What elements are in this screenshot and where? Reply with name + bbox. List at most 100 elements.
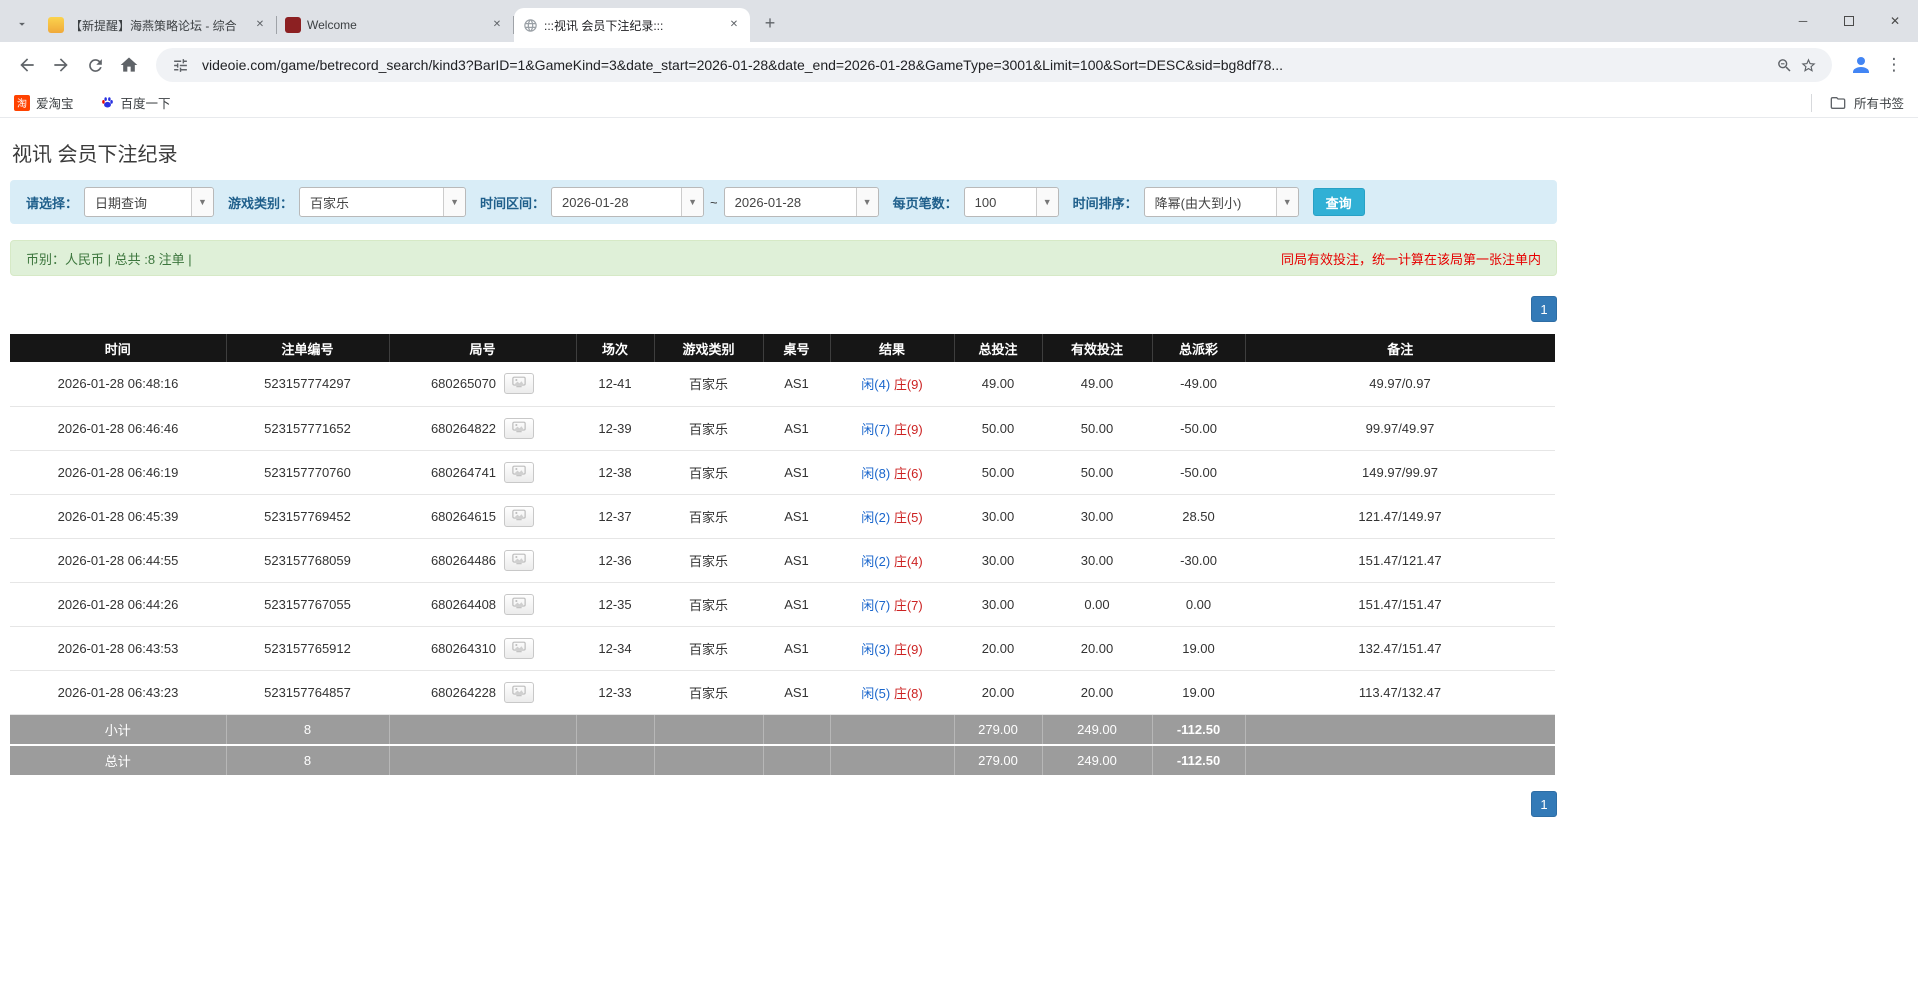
browser-menu-button[interactable]: ⋮: [1880, 51, 1908, 79]
reload-icon: [88, 58, 102, 72]
result-player: 闲(2): [861, 509, 891, 525]
forward-button[interactable]: [44, 48, 78, 82]
chevron-down-icon[interactable]: ▼: [681, 188, 704, 216]
game-type-select[interactable]: 百家乐 ▼: [299, 187, 467, 217]
cell-empty: [576, 714, 655, 746]
home-button[interactable]: [112, 48, 146, 82]
back-button[interactable]: [10, 48, 44, 82]
sort-value: 降幂(由大到小): [1154, 195, 1242, 211]
cell-result: 闲(8) 庄(6): [830, 450, 954, 495]
subtotal-label: 小计: [10, 714, 227, 746]
cell-total-bet[interactable]: 30.00: [954, 494, 1042, 539]
result-banker: 庄(5): [893, 509, 923, 525]
folder-icon: [1830, 96, 1846, 109]
bookmark-taobao[interactable]: 淘 爱淘宝: [14, 93, 74, 112]
search-button[interactable]: 查询: [1312, 188, 1365, 216]
cell-total-bet[interactable]: 30.00: [954, 582, 1042, 627]
result-player: 闲(4): [861, 377, 891, 393]
url-text[interactable]: videoie.com/game/betrecord_search/kind3?…: [202, 57, 1762, 73]
cell-session: 12-34: [576, 626, 654, 671]
cell-total-bet[interactable]: 49.00: [954, 362, 1042, 407]
cell-empty: [576, 745, 655, 777]
chevron-down-icon[interactable]: ▼: [855, 188, 878, 216]
cell-round: 680264822: [389, 406, 576, 451]
table-row: 2026-01-28 06:48:16 523157774297 680265070…: [10, 362, 1555, 407]
cell-table-no: AS1: [763, 538, 830, 583]
zoom-icon[interactable]: [1772, 53, 1796, 77]
cell-remark: 149.97/99.97: [1245, 450, 1555, 495]
bookmarks-bar: 淘 爱淘宝 百度一下 所有书签: [0, 88, 1918, 118]
forum-favicon-icon: [48, 17, 64, 33]
subtotal-total-bet: 279.00: [954, 714, 1043, 746]
chevron-down-icon[interactable]: ▼: [191, 188, 214, 216]
chevron-down-icon[interactable]: ▼: [1035, 188, 1058, 216]
cell-remark: 151.47/121.47: [1245, 538, 1555, 583]
tab-search-button[interactable]: [8, 10, 36, 38]
cell-game-type: 百家乐: [654, 538, 763, 583]
result-player: 闲(5): [861, 685, 891, 701]
cell-total-bet[interactable]: 20.00: [954, 670, 1042, 715]
tab-welcome[interactable]: Welcome ✕: [277, 8, 513, 42]
close-button[interactable]: ✕: [1872, 0, 1918, 42]
tab-forum[interactable]: 【新提醒】海燕策略论坛 - 综合 ✕: [40, 8, 276, 42]
profile-person-icon: [1853, 57, 1869, 73]
reload-button[interactable]: [78, 48, 112, 82]
tab-close-icon[interactable]: ✕: [489, 17, 505, 33]
replay-button[interactable]: [504, 593, 535, 615]
replay-button[interactable]: [504, 681, 535, 703]
replay-button[interactable]: [504, 549, 535, 571]
cell-total-bet[interactable]: 20.00: [954, 626, 1042, 671]
result-banker: 庄(4): [893, 553, 923, 569]
round-wrap: 680264310: [431, 637, 535, 659]
maximize-button[interactable]: [1826, 0, 1872, 42]
date-start-input[interactable]: 2026-01-28 ▼: [551, 187, 705, 217]
replay-button[interactable]: [504, 461, 535, 483]
bookmark-star-icon[interactable]: [1796, 53, 1820, 77]
tab-bet-record[interactable]: :::视讯 会员下注纪录::: ✕: [514, 8, 750, 42]
cell-valid-bet: 50.00: [1042, 406, 1152, 451]
replay-button[interactable]: [504, 637, 535, 659]
cell-session: 12-35: [576, 582, 654, 627]
url-bar[interactable]: videoie.com/game/betrecord_search/kind3?…: [156, 48, 1832, 82]
sort-select[interactable]: 降幂(由大到小) ▼: [1143, 187, 1299, 217]
cell-remark: 132.47/151.47: [1245, 626, 1555, 671]
chevron-down-icon[interactable]: ▼: [443, 188, 466, 216]
minimize-button[interactable]: ─: [1780, 0, 1826, 42]
replay-button[interactable]: [504, 417, 535, 439]
cell-payout: 28.50: [1152, 494, 1245, 539]
total-total-bet: 279.00: [954, 745, 1043, 777]
cell-table-no: AS1: [763, 582, 830, 627]
replay-button[interactable]: [504, 505, 535, 527]
page-1-button[interactable]: 1: [1531, 791, 1557, 817]
cell-total-bet[interactable]: 50.00: [954, 406, 1042, 451]
result-player: 闲(2): [861, 553, 891, 569]
page-size-select[interactable]: 100 ▼: [963, 187, 1059, 217]
date-end-input[interactable]: 2026-01-28 ▼: [723, 187, 879, 217]
replay-button[interactable]: [504, 373, 535, 395]
page-1-button[interactable]: 1: [1531, 296, 1557, 322]
chevron-down-icon[interactable]: ▼: [1275, 188, 1298, 216]
cell-valid-bet: 20.00: [1042, 626, 1152, 671]
all-bookmarks-button[interactable]: 所有书签: [1810, 93, 1904, 112]
subtotal-count: 8: [226, 714, 390, 746]
cell-empty: [1245, 714, 1555, 746]
tab-close-icon[interactable]: ✕: [252, 17, 268, 33]
cell-empty: [389, 745, 577, 777]
result-banker: 庄(9): [893, 377, 923, 393]
cell-result: 闲(3) 庄(9): [830, 626, 954, 671]
table-body: 2026-01-28 06:48:16 523157774297 680265070…: [10, 362, 1555, 715]
profile-avatar[interactable]: [1846, 50, 1876, 80]
cell-valid-bet: 49.00: [1042, 362, 1152, 407]
query-type-select[interactable]: 日期查询 ▼: [84, 187, 215, 217]
cell-round: 680264408: [389, 582, 576, 627]
table-row: 2026-01-28 06:46:46 523157771652 680264822…: [10, 406, 1555, 451]
cell-total-bet[interactable]: 30.00: [954, 538, 1042, 583]
site-settings-icon[interactable]: [168, 53, 192, 77]
cell-time: 2026-01-28 06:44:55: [10, 538, 226, 583]
tab-close-icon[interactable]: ✕: [726, 17, 742, 33]
cell-total-bet[interactable]: 50.00: [954, 450, 1042, 495]
forward-arrow-icon: [54, 58, 68, 72]
new-tab-button[interactable]: +: [756, 9, 784, 37]
bookmark-baidu[interactable]: 百度一下: [100, 93, 171, 112]
tab-strip: 【新提醒】海燕策略论坛 - 综合 ✕ Welcome ✕ :::视讯 会员下注纪…: [0, 0, 1918, 42]
